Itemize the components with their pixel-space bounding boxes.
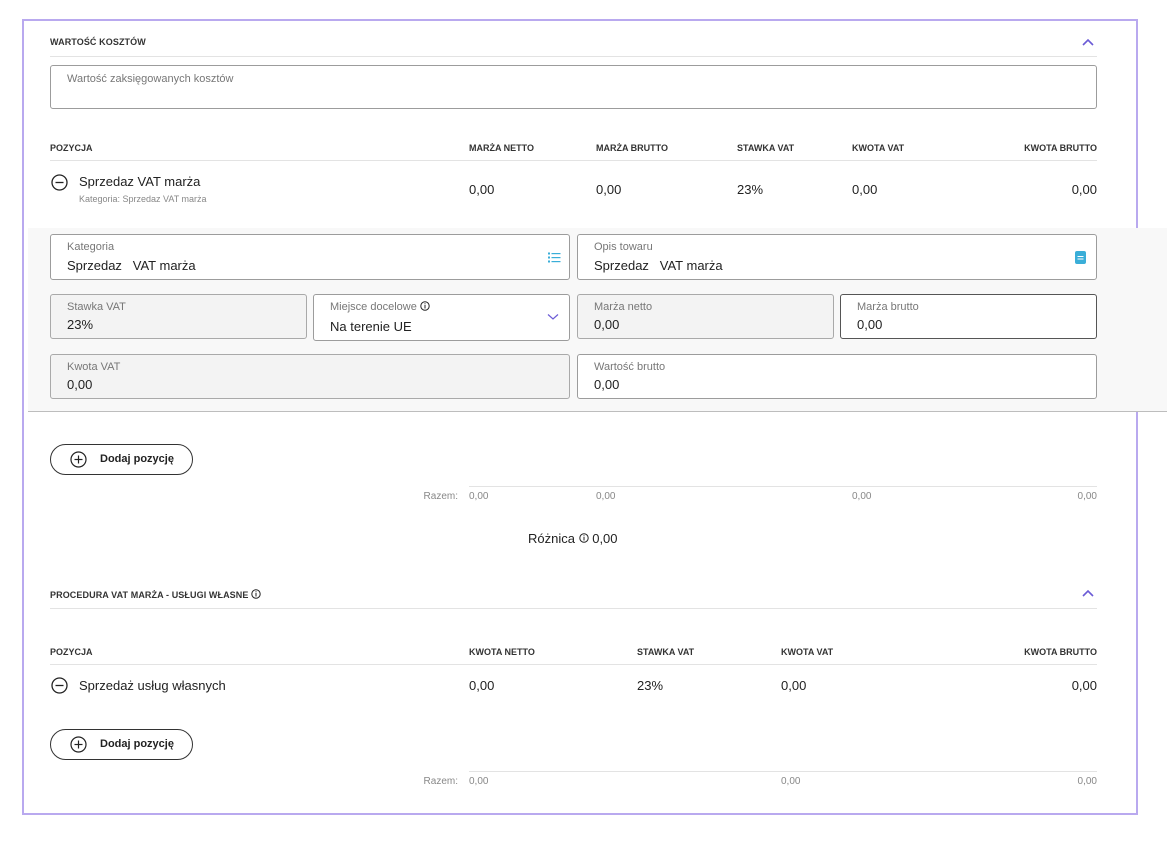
plus-icon — [70, 736, 87, 753]
total-marza-netto: 0,00 — [469, 491, 489, 502]
info-icon[interactable] — [251, 589, 261, 599]
section-costs-title: WARTOŚĆ KOSZTÓW — [50, 37, 146, 47]
info-icon[interactable] — [578, 533, 589, 543]
chevron-up-icon[interactable] — [1080, 587, 1096, 599]
marza-brutto-label: Marża brutto — [857, 301, 919, 313]
row-kwota-netto: 0,00 — [469, 678, 495, 693]
total-kwota-vat: 0,00 — [852, 491, 872, 502]
roznica-label: Różnica — [528, 531, 575, 546]
col-kwota-netto: KWOTA NETTO — [469, 647, 535, 657]
row-stawka-vat: 23% — [637, 678, 664, 693]
note-icon[interactable] — [1075, 251, 1086, 264]
kategoria-value: Sprzedaz VAT marża — [67, 258, 196, 273]
add-position-button[interactable]: Dodaj pozycję — [50, 729, 193, 760]
row-stawka-vat: 23% — [737, 182, 764, 197]
add-position-button[interactable]: Dodaj pozycję — [50, 444, 193, 475]
divider — [50, 56, 1097, 57]
col-marza-netto: MARŻA NETTO — [469, 143, 534, 153]
section-services-title: PROCEDURA VAT MARŻA - USŁUGI WŁASNE — [50, 589, 261, 600]
wartosc-brutto-field[interactable]: Wartość brutto 0,00 — [577, 354, 1097, 399]
divider — [50, 608, 1097, 609]
roznica-value: 0,00 — [592, 531, 618, 546]
opis-towaru-label: Opis towaru — [594, 241, 653, 253]
col-kwota-brutto: KWOTA BRUTTO — [1024, 143, 1097, 153]
marza-netto-value: 0,00 — [594, 317, 620, 332]
list-icon[interactable] — [548, 252, 561, 263]
opis-towaru-value: Sprzedaz VAT marża — [594, 258, 723, 273]
kwota-vat-label: Kwota VAT — [67, 361, 121, 373]
section-services-title-text: PROCEDURA VAT MARŻA - USŁUGI WŁASNE — [50, 590, 249, 600]
stawka-vat-value: 23% — [67, 317, 94, 332]
kwota-vat-field: Kwota VAT 0,00 — [50, 354, 570, 399]
add-position-label: Dodaj pozycję — [100, 738, 174, 750]
panel-frame — [22, 19, 1138, 815]
miejsce-docelowe-label: Miejsce docelowe — [330, 301, 430, 313]
total-marza-brutto: 0,00 — [596, 491, 616, 502]
kategoria-label: Kategoria — [67, 241, 115, 253]
costs-value-placeholder: Wartość zaksięgowanych kosztów — [67, 73, 234, 85]
row-marza-brutto: 0,00 — [596, 182, 622, 197]
col-stawka-vat: STAWKA VAT — [737, 143, 795, 153]
col-pozycja: POZYCJA — [50, 143, 93, 153]
row-category: Kategoria: Sprzedaz VAT marża — [79, 194, 207, 204]
col-stawka-vat: STAWKA VAT — [637, 647, 695, 657]
collapse-minus-icon[interactable] — [51, 174, 68, 191]
opis-towaru-field[interactable]: Opis towaru Sprzedaz VAT marża — [577, 234, 1097, 280]
collapse-minus-icon[interactable] — [51, 677, 68, 694]
miejsce-docelowe-select[interactable]: Miejsce docelowe Na terenie UE — [313, 294, 570, 341]
row-name: Sprzedaż usług własnych — [79, 678, 226, 693]
col-kwota-vat: KWOTA VAT — [852, 143, 905, 153]
divider — [50, 160, 1097, 161]
total-kwota-brutto: 0,00 — [1077, 491, 1097, 502]
row-name: Sprzedaz VAT marża — [79, 174, 201, 189]
col-kwota-vat: KWOTA VAT — [781, 647, 834, 657]
miejsce-docelowe-label-text: Miejsce docelowe — [330, 301, 417, 313]
col-marza-brutto: MARŻA BRUTTO — [596, 143, 668, 153]
roznica: Różnica 0,00 — [528, 531, 618, 546]
total-kwota-vat: 0,00 — [781, 776, 801, 787]
col-kwota-brutto: KWOTA BRUTTO — [1024, 647, 1097, 657]
wartosc-brutto-value: 0,00 — [594, 377, 620, 392]
info-icon[interactable] — [420, 301, 430, 311]
plus-icon — [70, 451, 87, 468]
col-pozycja: POZYCJA — [50, 647, 93, 657]
total-kwota-netto: 0,00 — [469, 776, 489, 787]
totals-label: Razem: — [423, 491, 458, 502]
marza-brutto-value: 0,00 — [857, 317, 883, 332]
marza-netto-label: Marża netto — [594, 301, 653, 313]
row-kwota-vat: 0,00 — [781, 678, 807, 693]
wartosc-brutto-label: Wartość brutto — [594, 361, 666, 373]
costs-value-field[interactable]: Wartość zaksięgowanych kosztów — [50, 65, 1097, 109]
row-kwota-brutto: 0,00 — [1071, 182, 1097, 197]
kategoria-field[interactable]: Kategoria Sprzedaz VAT marża — [50, 234, 570, 280]
divider — [50, 664, 1097, 665]
chevron-up-icon[interactable] — [1080, 36, 1096, 48]
marza-netto-field: Marża netto 0,00 — [577, 294, 834, 339]
total-kwota-brutto: 0,00 — [1077, 776, 1097, 787]
marza-brutto-field[interactable]: Marża brutto 0,00 — [840, 294, 1097, 339]
divider — [469, 771, 1097, 772]
row-kwota-brutto: 0,00 — [1071, 678, 1097, 693]
miejsce-docelowe-value: Na terenie UE — [330, 319, 412, 334]
stawka-vat-field: Stawka VAT 23% — [50, 294, 307, 339]
chevron-down-icon[interactable] — [547, 313, 559, 321]
row-kwota-vat: 0,00 — [852, 182, 878, 197]
add-position-label: Dodaj pozycję — [100, 453, 174, 465]
totals-label: Razem: — [423, 776, 458, 787]
row-marza-netto: 0,00 — [469, 182, 495, 197]
divider — [469, 486, 1097, 487]
stawka-vat-label: Stawka VAT — [67, 301, 126, 313]
kwota-vat-value: 0,00 — [67, 377, 93, 392]
